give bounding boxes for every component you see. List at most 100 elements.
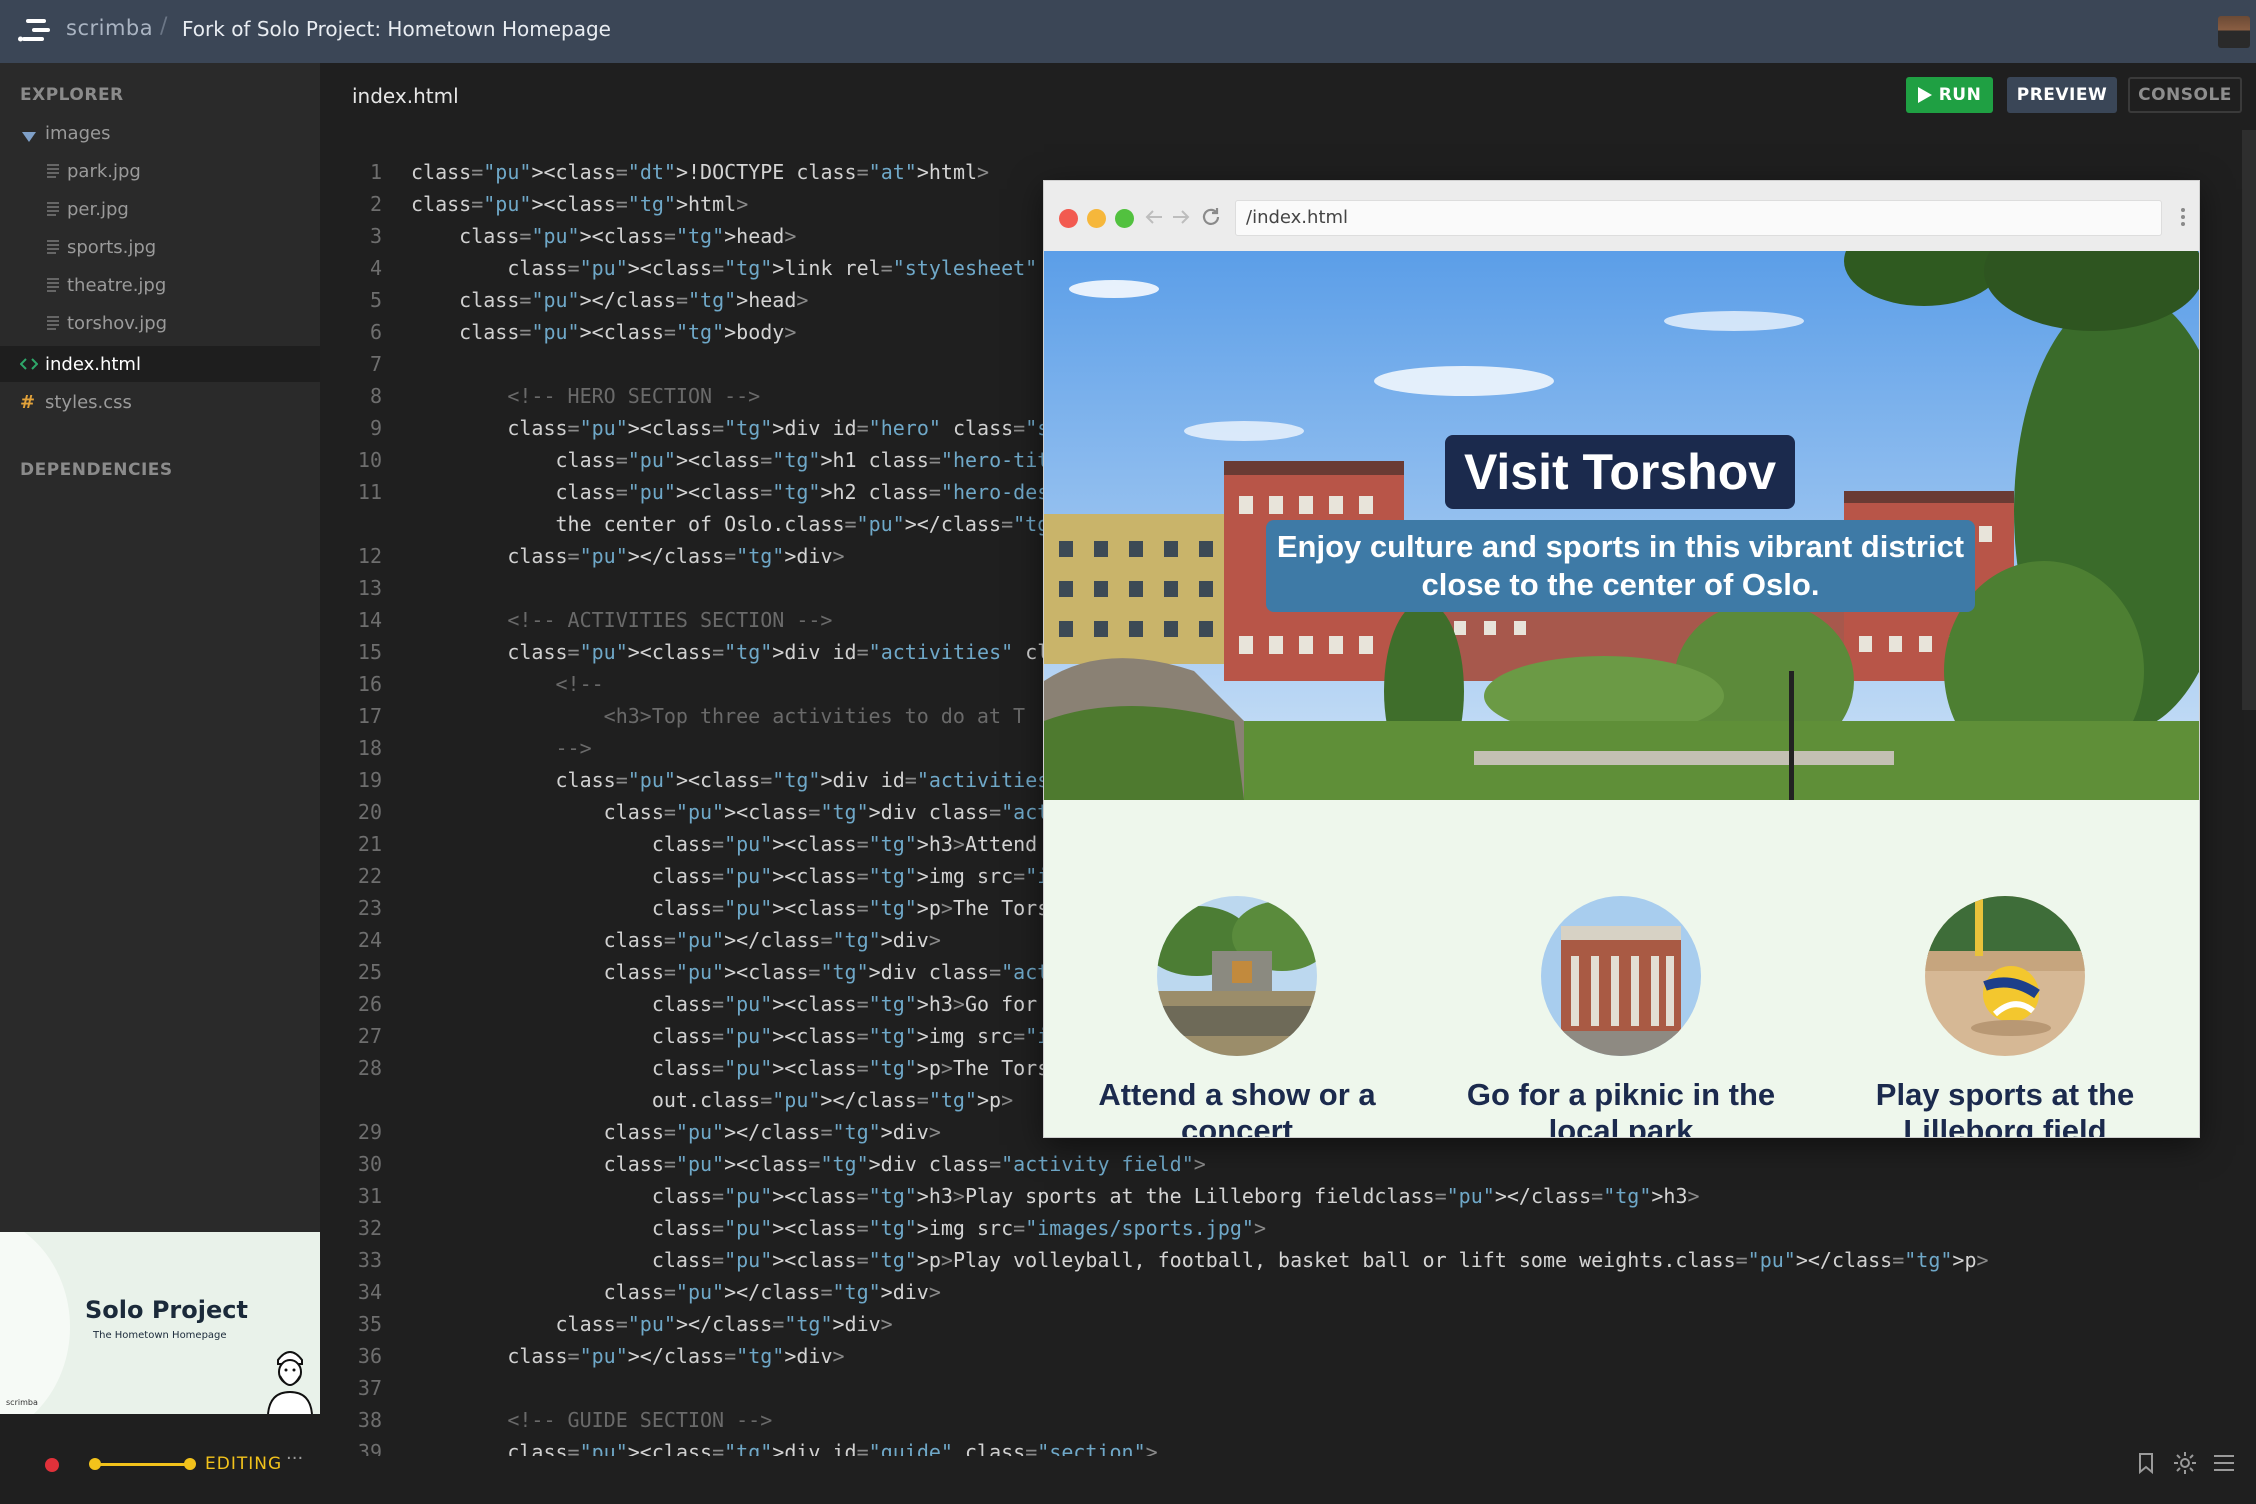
preview-button[interactable]: PREVIEW <box>2007 77 2117 113</box>
code-text: class="pu"></class="tg">div> <box>507 544 845 568</box>
explorer-heading: EXPLORER <box>20 85 124 105</box>
code-text: class="pu"><class="tg">img src="images/s… <box>651 1216 1267 1240</box>
code-text: --> <box>411 736 592 760</box>
code-text: class="pu"></class="tg">div> <box>603 1280 941 1304</box>
code-text: the center of Oslo.class="pu"></class="t… <box>411 512 1109 536</box>
line-number: 25 <box>357 960 382 984</box>
line-number: 23 <box>357 896 382 920</box>
line-number: 10 <box>357 448 382 472</box>
code-text: class="pu"><class="tg">div id="guide" cl… <box>507 1440 1158 1456</box>
code-text: class="pu"><class="tg">h3>Play sports at… <box>651 1184 1700 1208</box>
progress-end-knob[interactable] <box>184 1458 196 1470</box>
run-button[interactable]: RUN <box>1906 77 1993 113</box>
kebab-menu-icon[interactable] <box>2171 205 2195 229</box>
theatre-building-image <box>1541 896 1701 1056</box>
line-number: 24 <box>357 928 382 952</box>
back-arrow-icon[interactable] <box>1142 205 1166 229</box>
line-number: 21 <box>357 832 382 856</box>
editing-mode-label[interactable]: EDITING <box>205 1454 282 1474</box>
code-text: class="pu"></class="tg">div> <box>555 1312 893 1336</box>
line-number: 35 <box>357 1312 382 1336</box>
line-number: 13 <box>357 576 382 600</box>
line-number: 6 <box>369 320 382 344</box>
line-number: 31 <box>357 1184 382 1208</box>
line-number: 8 <box>369 384 382 408</box>
line-number: 12 <box>357 544 382 568</box>
line-number: 22 <box>357 864 382 888</box>
activity-title-park: Go for a piknic in the local park <box>1466 1077 1776 1137</box>
line-number: 33 <box>357 1248 382 1272</box>
code-text: class="pu"><class="tg">div id="hero" cla… <box>507 416 1145 440</box>
line-number: 19 <box>357 768 382 792</box>
code-text: class="pu"><class="tg">body> <box>459 320 797 344</box>
code-text: <h3>Top three activities to do at T <box>411 704 1026 728</box>
line-number: 32 <box>357 1216 382 1240</box>
code-text: class="pu"><class="tg">div class="activi… <box>603 1152 1206 1176</box>
run-label: RUN <box>1938 85 1982 105</box>
activity-image-park <box>1157 896 1317 1056</box>
console-label: CONSOLE <box>2138 85 2232 105</box>
maximize-window-button[interactable] <box>1115 209 1134 228</box>
line-number: 15 <box>357 640 382 664</box>
line-number: 29 <box>357 1120 382 1144</box>
park-fountain-image <box>1157 896 1317 1056</box>
reload-icon[interactable] <box>1199 205 1223 229</box>
progress-slider[interactable] <box>89 1458 196 1470</box>
url-bar[interactable]: /index.html <box>1235 200 2162 236</box>
preview-label: PREVIEW <box>2016 85 2108 105</box>
code-text: class="pu"><class="tg">html> <box>411 192 749 216</box>
brand-name[interactable]: scrimba <box>66 16 153 40</box>
folder-label: images <box>45 123 111 144</box>
console-button[interactable]: CONSOLE <box>2128 77 2242 113</box>
volleyball-image <box>1925 896 2085 1056</box>
line-number: 20 <box>357 800 382 824</box>
line-number: 7 <box>369 352 382 376</box>
avatar[interactable] <box>2218 16 2250 48</box>
hero-section: Visit Torshov Enjoy culture and sports i… <box>1044 251 2199 800</box>
editor-filename: index.html <box>352 84 459 108</box>
code-text: class="pu"><class="tg">p>Play volleyball… <box>651 1248 1989 1272</box>
play-icon <box>1917 87 1932 103</box>
chevron-down-icon <box>22 132 36 142</box>
code-text: class="pu"></class="tg">div> <box>603 1120 941 1144</box>
code-text: class="pu"></class="tg">div> <box>507 1344 845 1368</box>
line-number: 4 <box>369 256 382 280</box>
code-text: class="pu"></class="tg">head> <box>459 288 809 312</box>
line-number: 18 <box>357 736 382 760</box>
line-number: 2 <box>369 192 382 216</box>
minimize-window-button[interactable] <box>1087 209 1106 228</box>
line-number: 14 <box>357 608 382 632</box>
line-number: 37 <box>357 1376 382 1400</box>
preview-window: /index.html Visit Torshov Enjoy culture … <box>1044 181 2199 1137</box>
code-text: class="pu"><class="tg">head> <box>459 224 797 248</box>
line-number: 28 <box>357 1056 382 1080</box>
line-number: 26 <box>357 992 382 1016</box>
breadcrumb-separator: / <box>160 14 168 39</box>
close-window-button[interactable] <box>1059 209 1078 228</box>
code-text: <!-- HERO SECTION --> <box>411 384 761 408</box>
browser-chrome: /index.html <box>1044 181 2199 252</box>
line-number: 1 <box>369 160 382 184</box>
line-number: 3 <box>369 224 382 248</box>
activity-title-theatre: Attend a show or a concert <box>1098 1077 1376 1137</box>
line-number: 34 <box>357 1280 382 1304</box>
line-number: 5 <box>369 288 382 312</box>
folder-images[interactable]: images <box>0 115 320 151</box>
line-number: 17 <box>357 704 382 728</box>
line-number: 11 <box>357 480 382 504</box>
line-number: 16 <box>357 672 382 696</box>
line-number: 38 <box>357 1408 382 1432</box>
activity-title-field: Play sports at the Lilleborg field <box>1875 1077 2135 1137</box>
code-text: class="pu"></class="tg">div> <box>603 928 941 952</box>
editor-scrollbar[interactable] <box>2242 130 2256 710</box>
code-text: <!-- ACTIVITIES SECTION --> <box>411 608 833 632</box>
code-text: <!-- <box>411 672 604 696</box>
record-button[interactable] <box>45 1458 59 1472</box>
url-text: /index.html <box>1246 207 1349 228</box>
forward-arrow-icon[interactable] <box>1169 205 1193 229</box>
progress-start-knob[interactable] <box>89 1458 101 1470</box>
scrimba-logo-icon[interactable] <box>18 18 54 44</box>
line-number: 9 <box>369 416 382 440</box>
line-number: 27 <box>357 1024 382 1048</box>
project-title: Fork of Solo Project: Hometown Homepage <box>182 17 611 41</box>
